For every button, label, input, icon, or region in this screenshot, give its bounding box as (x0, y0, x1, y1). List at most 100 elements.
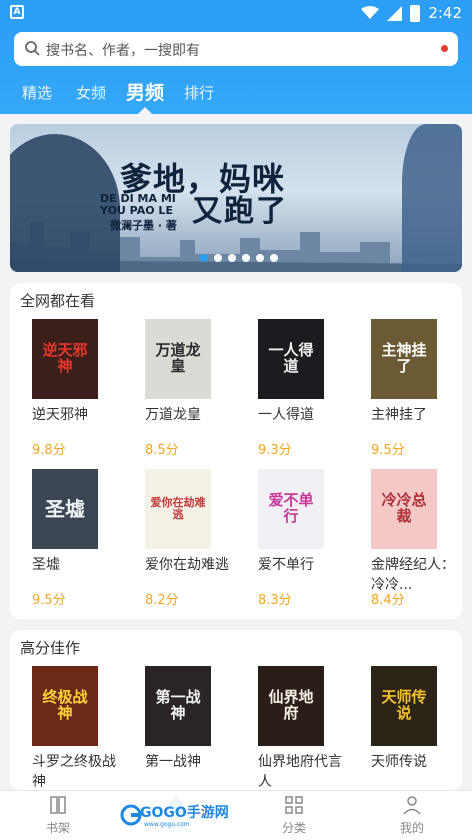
nav-bookshelf[interactable]: 书架 (28, 795, 88, 836)
tab-female[interactable]: 女频 (76, 82, 106, 103)
book-cover[interactable]: 爱不单行 (258, 469, 324, 549)
book-cover[interactable]: 逆天邪神 (32, 319, 98, 399)
book-cover-title: 天师传说 (381, 688, 427, 722)
book-score: 8.5分 (145, 443, 179, 458)
book-score: 9.5分 (32, 593, 66, 608)
book-cover[interactable]: 圣墟 (32, 469, 98, 549)
book-item[interactable]: 爱不单行 爱不单行 8.3分 (246, 469, 346, 615)
book-item[interactable]: 爱你在劫难逃 爱你在劫难逃 8.2分 (133, 469, 233, 615)
book-item[interactable]: 仙界地府 仙界地府代言人 (246, 666, 346, 790)
book-item[interactable]: 主神挂了 主神挂了 9.5分 (359, 319, 459, 465)
active-tab-indicator (138, 107, 152, 114)
promo-banner[interactable]: 爹地，妈咪 DE DI MA MI YOU PAO LE 又跑了 微澜子墨 · … (10, 124, 462, 272)
gogo-logo-icon (120, 804, 142, 826)
book-cover-title: 主神挂了 (381, 341, 427, 375)
book-cover[interactable]: 主神挂了 (371, 319, 437, 399)
profile-icon (403, 796, 421, 815)
nav-label: 书架 (45, 821, 70, 835)
bottom-nav: 书架 书城 分类 我的 (0, 790, 472, 840)
book-title[interactable]: 斗罗之终极战神 (32, 752, 126, 790)
book-item[interactable]: 逆天邪神 逆天邪神 9.8分 (20, 319, 120, 465)
book-cover[interactable]: 天师传说 (371, 666, 437, 746)
book-score: 9.3分 (258, 443, 292, 458)
wifi-icon (361, 6, 380, 19)
book-cover[interactable]: 仙界地府 (258, 666, 324, 746)
banner-pinyin: DE DI MA MI YOU PAO LE (100, 193, 176, 217)
book-item[interactable]: 冷冷总裁 金牌经纪人：冷冷... 8.4分 (359, 469, 459, 615)
watermark-sub: www.gogo.com (144, 821, 190, 828)
banner-author: 微澜子墨 · 著 (110, 219, 177, 232)
book-title[interactable]: 一人得道 (258, 405, 352, 425)
status-bar: A 2:42 (0, 0, 472, 26)
book-cover[interactable]: 第一战神 (145, 666, 211, 746)
category-tabs: 精选 女频 男频 排行 (0, 76, 472, 110)
book-item[interactable]: 万道龙皇 万道龙皇 8.5分 (133, 319, 233, 465)
book-title[interactable]: 爱不单行 (258, 555, 352, 575)
tab-featured[interactable]: 精选 (22, 82, 52, 103)
book-item[interactable]: 第一战神 第一战神 (133, 666, 233, 790)
book-score: 9.5分 (371, 443, 405, 458)
section-title: 高分佳作 (20, 639, 81, 657)
book-cover[interactable]: 冷冷总裁 (371, 469, 437, 549)
book-item[interactable]: 天师传说 天师传说 (359, 666, 459, 790)
notification-icon: A (10, 5, 24, 19)
pagination-dot[interactable] (256, 254, 264, 262)
book-title[interactable]: 天师传说 (371, 752, 462, 772)
book-title[interactable]: 万道龙皇 (145, 405, 239, 425)
banner-title-line2: 又跑了 (192, 194, 288, 229)
book-item[interactable]: 圣墟 圣墟 9.5分 (20, 469, 120, 615)
battery-icon (410, 4, 421, 22)
search-placeholder[interactable]: 搜书名、作者，一搜即有 (46, 40, 200, 60)
nav-label: 我的 (399, 821, 424, 835)
search-bar[interactable]: 搜书名、作者，一搜即有 (14, 32, 458, 66)
pagination-dot[interactable] (214, 254, 222, 262)
book-cover[interactable]: 万道龙皇 (145, 319, 211, 399)
book-score: 8.4分 (371, 593, 405, 608)
banner-figure-right (402, 124, 462, 272)
pagination-dot[interactable] (270, 254, 278, 262)
book-cover-title: 逆天邪神 (42, 341, 88, 375)
top-rated-section: 高分佳作 终极战神 斗罗之终极战神 第一战神 第一战神 仙界地府 仙界地府代言人 天师传说天… (10, 630, 462, 790)
book-title[interactable]: 仙界地府代言人 (258, 752, 352, 790)
nav-label: 分类 (281, 821, 306, 835)
book-cover-title: 一人得道 (268, 341, 314, 375)
book-cover[interactable]: 爱你在劫难逃 (145, 469, 211, 549)
signal-icon (387, 5, 403, 21)
nav-category[interactable]: 分类 (264, 795, 324, 836)
book-item[interactable]: 一人得道 一人得道 9.3分 (246, 319, 346, 465)
book-cover-title: 万道龙皇 (155, 341, 201, 375)
book-cover[interactable]: 终极战神 (32, 666, 98, 746)
search-indicator-dot (441, 45, 448, 52)
book-score: 8.3分 (258, 593, 292, 608)
pagination-dot[interactable] (242, 254, 250, 262)
book-title[interactable]: 爱你在劫难逃 (145, 555, 239, 575)
watermark-logo: GOGO手游网 www.gogo.com (118, 796, 229, 840)
header: 搜书名、作者，一搜即有 精选 女频 男频 排行 (0, 26, 472, 114)
book-title[interactable]: 圣墟 (32, 555, 126, 575)
trending-section: 全网都在看 逆天邪神 逆天邪神 9.8分 万道龙皇 万道龙皇 8.5分 一人得道 一人得道 9.… (10, 283, 462, 619)
book-cover-title: 冷冷总裁 (381, 491, 427, 525)
watermark-text: GOGO手游网 (140, 805, 229, 821)
book-score: 9.8分 (32, 443, 66, 458)
nav-profile[interactable]: 我的 (382, 795, 442, 836)
book-cover-title: 圣墟 (45, 496, 85, 521)
book-title[interactable]: 第一战神 (145, 752, 239, 772)
book-title[interactable]: 主神挂了 (371, 405, 465, 425)
banner-pagination (200, 254, 278, 262)
book-cover-title: 仙界地府 (268, 688, 314, 722)
tab-ranking[interactable]: 排行 (184, 82, 214, 103)
book-cover-title: 第一战神 (155, 688, 201, 722)
section-title: 全网都在看 (20, 292, 96, 310)
tab-male[interactable]: 男频 (126, 78, 164, 105)
pagination-dot[interactable] (200, 254, 208, 262)
book-cover-title: 爱不单行 (268, 491, 314, 525)
pagination-dot[interactable] (228, 254, 236, 262)
book-cover-title: 爱你在劫难逃 (150, 496, 206, 521)
banner-pinyin-line2: YOU PAO LE (100, 204, 173, 217)
book-item[interactable]: 终极战神 斗罗之终极战神 (20, 666, 120, 790)
book-score: 8.2分 (145, 593, 179, 608)
status-time: 2:42 (428, 4, 462, 22)
book-cover[interactable]: 一人得道 (258, 319, 324, 399)
category-icon (285, 796, 303, 814)
book-title[interactable]: 逆天邪神 (32, 405, 126, 425)
